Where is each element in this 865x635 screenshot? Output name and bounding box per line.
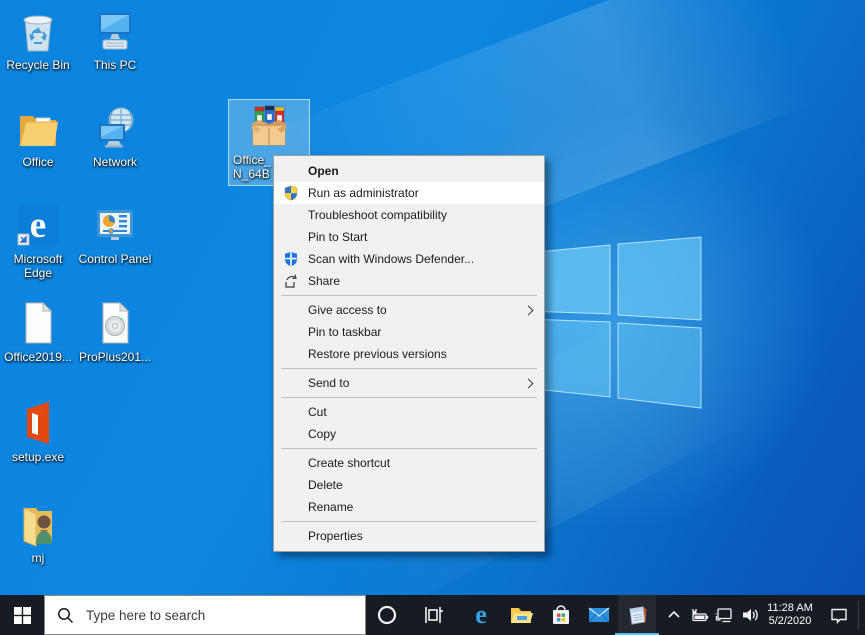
desktop-icon-label: Office [0,155,76,169]
desktop-icon-label: Recycle Bin [0,58,76,72]
user-folder-icon [14,500,62,548]
show-desktop-button[interactable] [858,601,859,629]
start-button[interactable] [0,595,44,635]
chat-bubble-icon [829,605,849,625]
menu-item-pin-to-start[interactable]: Pin to Start [274,226,544,248]
menu-item-properties[interactable]: Properties [274,525,544,547]
menu-item-open[interactable]: Open [274,160,544,182]
menu-item-copy[interactable]: Copy [274,423,544,445]
control-panel-icon [91,201,139,249]
store-bag-icon [549,603,573,627]
taskbar-edge-button[interactable]: e [462,595,500,635]
menu-separator [281,521,537,522]
menu-separator [281,295,537,296]
battery-icon [689,605,709,625]
share-icon [283,273,299,289]
menu-item-send-to[interactable]: Send to [274,372,544,394]
desktop-icon-label: Control Panel [77,252,153,266]
ethernet-network-icon [714,605,734,625]
taskbar-file-explorer-button[interactable] [502,595,540,635]
menu-item-share[interactable]: Share [274,270,544,292]
menu-item-restore-previous-versions[interactable]: Restore previous versions [274,343,544,365]
menu-item-cut[interactable]: Cut [274,401,544,423]
svg-text:e: e [30,205,46,246]
desktop-icon-label: mj [0,551,76,565]
menu-item-rename[interactable]: Rename [274,496,544,518]
office-setup-icon [14,399,62,447]
menu-item-delete[interactable]: Delete [274,474,544,496]
desktop-icon-proplus-image[interactable]: ProPlus201... [77,299,153,364]
this-pc-icon [91,7,139,55]
network-icon [91,104,139,152]
chevron-up-icon [666,607,682,623]
clock-time: 11:28 AM [767,602,813,615]
task-view-button[interactable] [414,595,452,635]
desktop-icon-recycle-bin[interactable]: Recycle Bin [0,7,76,72]
tray-power-button[interactable] [686,595,712,635]
action-center-button[interactable] [824,595,854,635]
svg-text:e: e [475,602,487,628]
menu-item-pin-to-taskbar[interactable]: Pin to taskbar [274,321,544,343]
desktop-icon-label: setup.exe [0,450,76,464]
notepad-icon [625,603,649,627]
menu-item-troubleshoot-compatibility[interactable]: Troubleshoot compatibility [274,204,544,226]
taskbar-search-box[interactable] [44,595,366,635]
taskbar: e [0,595,865,635]
windows-logo-icon [14,607,31,624]
desktop-icon-microsoft-edge[interactable]: e Microsoft Edge [0,201,76,280]
edge-icon: e [14,201,62,249]
task-view-icon [422,604,444,626]
archive-box-icon [245,102,293,150]
document-icon [14,299,62,347]
menu-separator [281,448,537,449]
disc-image-icon [91,299,139,347]
context-menu: Open Run as administrator Troubleshoot c [273,155,545,552]
submenu-arrow-icon [524,305,534,315]
desktop-icon-label: This PC [77,58,153,72]
menu-item-scan-with-windows-defender[interactable]: Scan with Windows Defender... [274,248,544,270]
menu-separator [281,368,537,369]
menu-item-run-as-administrator[interactable]: Run as administrator [274,182,544,204]
windows-desktop-screen: Recycle Bin This PC Offic [0,0,865,635]
defender-shield-icon [283,251,299,267]
submenu-arrow-icon [524,378,534,388]
desktop-icon-this-pc[interactable]: This PC [77,7,153,72]
menu-item-give-access-to[interactable]: Give access to [274,299,544,321]
desktop-icon-label: Network [77,155,153,169]
uac-shield-icon [283,185,299,201]
edge-e-icon: e [468,602,494,628]
search-icon [57,607,74,624]
desktop-icon-office-folder[interactable]: Office [0,104,76,169]
speaker-icon [740,605,760,625]
mail-envelope-icon [587,603,611,627]
cortana-circle-icon [376,604,398,626]
cortana-button[interactable] [368,595,406,635]
taskbar-store-button[interactable] [542,595,580,635]
desktop-icon-label: Office2019... [0,350,76,364]
menu-item-create-shortcut[interactable]: Create shortcut [274,452,544,474]
file-explorer-icon [509,603,533,627]
tray-clock[interactable]: 11:28 AM 5/2/2020 [758,595,822,635]
search-input[interactable] [84,607,338,624]
tray-hidden-icons-button[interactable] [660,595,688,635]
tray-network-button[interactable] [710,595,738,635]
desktop-icon-control-panel[interactable]: Control Panel [77,201,153,266]
desktop-icon-label: Microsoft Edge [0,252,76,280]
desktop-icon-mj-folder[interactable]: mj [0,500,76,565]
desktop-icon-office2019-file[interactable]: Office2019... [0,299,76,364]
desktop-icon-label: ProPlus201... [77,350,153,364]
menu-separator [281,397,537,398]
folder-icon [14,104,62,152]
taskbar-mail-button[interactable] [580,595,618,635]
desktop-icon-network[interactable]: Network [77,104,153,169]
desktop-icon-setup-exe[interactable]: setup.exe [0,399,76,464]
recycle-bin-icon [14,7,62,55]
clock-date: 5/2/2020 [769,615,812,628]
taskbar-notepad-button[interactable] [618,595,656,635]
